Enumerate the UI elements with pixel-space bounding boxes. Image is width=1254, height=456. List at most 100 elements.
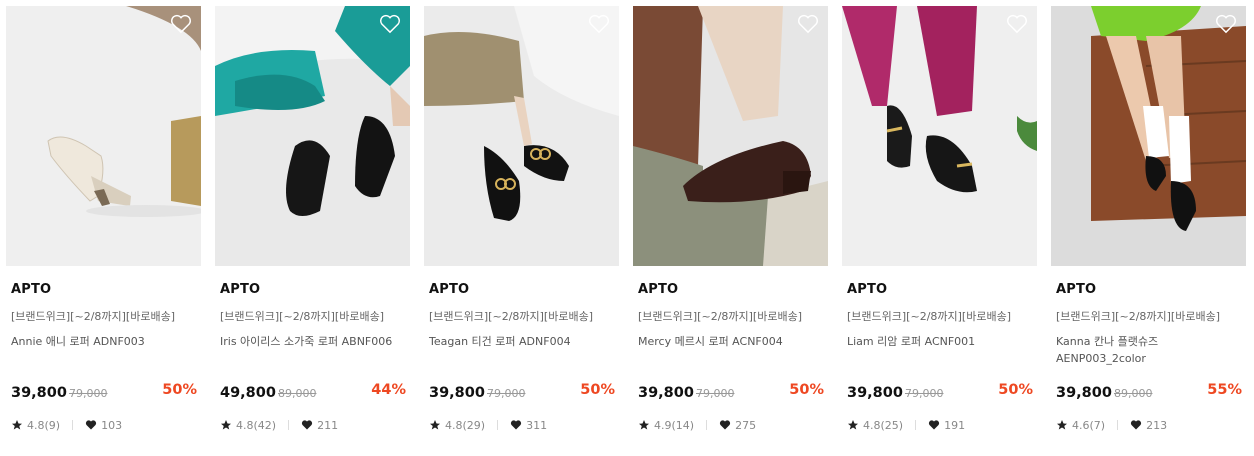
product-name[interactable]: Annie 애니 로퍼 ADNF003 — [11, 333, 199, 350]
star-icon — [639, 420, 649, 430]
discount-rate: 44% — [371, 382, 406, 398]
divider — [706, 420, 708, 430]
brand-name[interactable]: APTO — [220, 282, 260, 297]
rating-text: 4.8(25) — [863, 418, 904, 432]
product-name[interactable]: Kanna 칸나 플랫슈즈 AENP003_2color — [1056, 333, 1244, 367]
heart-filled-icon — [928, 420, 940, 430]
wishlist-heart-icon[interactable] — [170, 14, 192, 34]
rating-text: 4.8(42) — [236, 418, 277, 432]
star-icon — [12, 420, 22, 430]
star-icon — [848, 420, 858, 430]
heart-filled-icon — [719, 420, 731, 430]
price-row: 39,800 89,000 55% — [1056, 382, 1246, 404]
product-card[interactable]: APTO [브랜드위크][~2/8까지][바로배송] Annie 애니 로퍼 A… — [6, 6, 201, 446]
original-price: 79,000 — [68, 387, 108, 400]
sale-price: 39,800 — [11, 385, 67, 401]
divider — [915, 420, 917, 430]
product-image[interactable] — [1051, 6, 1246, 266]
like-count: 191 — [944, 418, 966, 432]
heart-filled-icon — [85, 420, 97, 430]
review-meta: 4.8(9) 103 — [11, 418, 122, 432]
product-card[interactable]: APTO [브랜드위크][~2/8까지][바로배송] Kanna 칸나 플랫슈즈… — [1051, 6, 1246, 446]
product-photo — [842, 6, 1037, 266]
product-photo — [633, 6, 828, 266]
star-icon — [1057, 420, 1067, 430]
sale-price: 49,800 — [220, 385, 276, 401]
star-icon — [221, 420, 231, 430]
promo-tags: [브랜드위크][~2/8까지][바로배송] — [220, 310, 384, 323]
promo-tags: [브랜드위크][~2/8까지][바로배송] — [11, 310, 175, 323]
like-count: 275 — [735, 418, 757, 432]
wishlist-heart-icon[interactable] — [1006, 14, 1028, 34]
original-price: 79,000 — [695, 387, 735, 400]
product-image[interactable] — [215, 6, 410, 266]
rating-text: 4.6(7) — [1072, 418, 1106, 432]
price-row: 49,800 89,000 44% — [220, 382, 410, 404]
price-row: 39,800 79,000 50% — [11, 382, 201, 404]
divider — [497, 420, 499, 430]
product-image[interactable] — [633, 6, 828, 266]
review-meta: 4.8(25) 191 — [847, 418, 965, 432]
sale-price: 39,800 — [847, 385, 903, 401]
heart-filled-icon — [301, 420, 313, 430]
star-icon — [430, 420, 440, 430]
price-row: 39,800 79,000 50% — [847, 382, 1037, 404]
original-price: 89,000 — [1113, 387, 1153, 400]
heart-filled-icon — [1130, 420, 1142, 430]
wishlist-heart-icon[interactable] — [797, 14, 819, 34]
rating-text: 4.8(29) — [445, 418, 486, 432]
divider — [288, 420, 290, 430]
product-name[interactable]: Liam 리암 로퍼 ACNF001 — [847, 333, 1035, 350]
original-price: 79,000 — [904, 387, 944, 400]
product-image[interactable] — [424, 6, 619, 266]
like-count: 311 — [526, 418, 548, 432]
brand-name[interactable]: APTO — [847, 282, 887, 297]
rating-text: 4.9(14) — [654, 418, 695, 432]
divider — [1117, 420, 1119, 430]
product-card[interactable]: APTO [브랜드위크][~2/8까지][바로배송] Iris 아이리스 소가죽… — [215, 6, 410, 446]
brand-name[interactable]: APTO — [11, 282, 51, 297]
review-meta: 4.8(42) 211 — [220, 418, 338, 432]
discount-rate: 50% — [998, 382, 1033, 398]
rating-text: 4.8(9) — [27, 418, 61, 432]
product-image[interactable] — [842, 6, 1037, 266]
product-name[interactable]: Iris 아이리스 소가죽 로퍼 ABNF006 — [220, 333, 408, 350]
review-meta: 4.8(29) 311 — [429, 418, 547, 432]
brand-name[interactable]: APTO — [1056, 282, 1096, 297]
product-photo — [424, 6, 619, 266]
discount-rate: 50% — [789, 382, 824, 398]
product-name[interactable]: Teagan 티건 로퍼 ADNF004 — [429, 333, 617, 350]
sale-price: 39,800 — [1056, 385, 1112, 401]
product-card[interactable]: APTO [브랜드위크][~2/8까지][바로배송] Teagan 티건 로퍼 … — [424, 6, 619, 446]
product-image[interactable] — [6, 6, 201, 266]
brand-name[interactable]: APTO — [429, 282, 469, 297]
original-price: 79,000 — [486, 387, 526, 400]
sale-price: 39,800 — [638, 385, 694, 401]
price-row: 39,800 79,000 50% — [638, 382, 828, 404]
review-meta: 4.9(14) 275 — [638, 418, 756, 432]
discount-rate: 55% — [1207, 382, 1242, 398]
wishlist-heart-icon[interactable] — [588, 14, 610, 34]
heart-filled-icon — [510, 420, 522, 430]
like-count: 213 — [1146, 418, 1168, 432]
original-price: 89,000 — [277, 387, 317, 400]
wishlist-heart-icon[interactable] — [1215, 14, 1237, 34]
discount-rate: 50% — [580, 382, 615, 398]
discount-rate: 50% — [162, 382, 197, 398]
review-meta: 4.6(7) 213 — [1056, 418, 1167, 432]
promo-tags: [브랜드위크][~2/8까지][바로배송] — [1056, 310, 1220, 323]
product-photo — [6, 6, 201, 266]
sale-price: 39,800 — [429, 385, 485, 401]
product-card[interactable]: APTO [브랜드위크][~2/8까지][바로배송] Mercy 메르시 로퍼 … — [633, 6, 828, 446]
product-name[interactable]: Mercy 메르시 로퍼 ACNF004 — [638, 333, 826, 350]
product-grid: APTO [브랜드위크][~2/8까지][바로배송] Annie 애니 로퍼 A… — [0, 0, 1254, 456]
wishlist-heart-icon[interactable] — [379, 14, 401, 34]
like-count: 211 — [317, 418, 339, 432]
brand-name[interactable]: APTO — [638, 282, 678, 297]
product-photo — [215, 6, 410, 266]
price-row: 39,800 79,000 50% — [429, 382, 619, 404]
product-photo — [1051, 6, 1246, 266]
divider — [72, 420, 74, 430]
product-card[interactable]: APTO [브랜드위크][~2/8까지][바로배송] Liam 리암 로퍼 AC… — [842, 6, 1037, 446]
promo-tags: [브랜드위크][~2/8까지][바로배송] — [638, 310, 802, 323]
